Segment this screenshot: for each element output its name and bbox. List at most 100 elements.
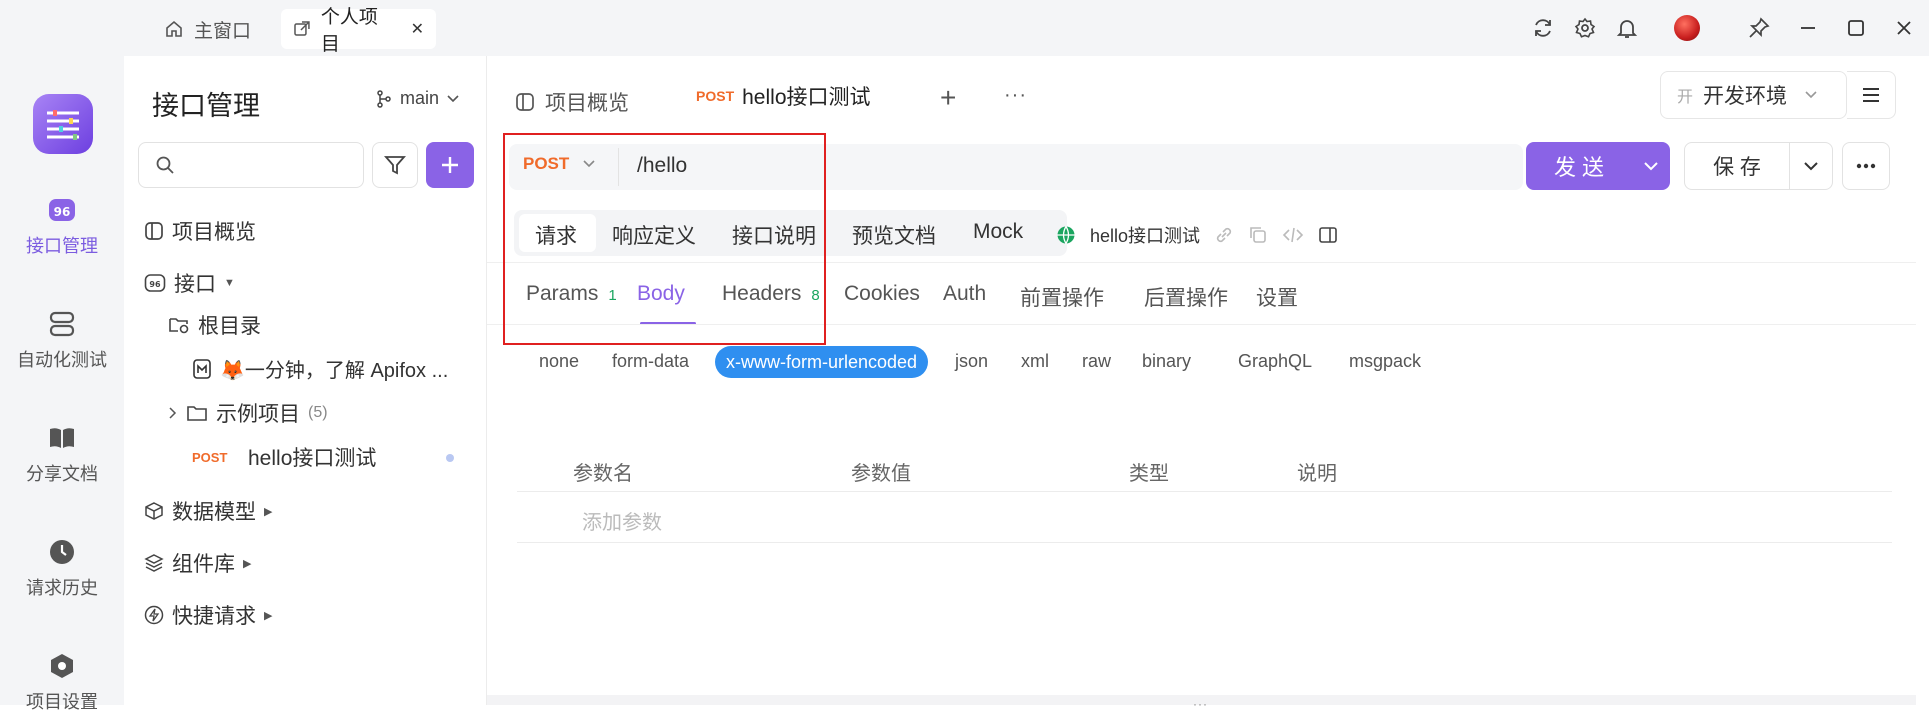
app-logo [33,94,93,154]
body-type-binary[interactable]: binary [1142,351,1191,372]
more-tabs-button[interactable]: ··· [1004,84,1027,107]
column-header-value: 参数值 [851,463,911,485]
tab-overview[interactable]: 项目概览 [515,87,629,117]
tree-item-quick-request[interactable]: 快捷请求 ▶ [144,600,272,630]
book-icon [46,422,78,454]
caret-right-icon[interactable]: ▶ [243,557,251,570]
avatar[interactable] [1673,14,1701,42]
tab-hello-api[interactable]: POST hello接口测试 [680,70,910,122]
method-badge-post: POST [192,449,228,465]
git-branch-icon [377,89,391,108]
chevron-right-icon[interactable] [168,407,178,419]
plus-icon [442,157,458,173]
tree-item-data-model-label: 数据模型 [172,501,256,524]
tree-item-root[interactable]: 根目录 [168,310,261,340]
close-window-icon[interactable] [1890,14,1918,42]
gear-icon[interactable] [1571,14,1599,42]
body-type-none[interactable]: none [539,351,579,372]
body-type-msgpack[interactable]: msgpack [1349,351,1421,372]
sidebar-panel-icon[interactable] [1318,225,1338,245]
highlight-box [503,133,826,345]
save-button[interactable]: 保 存 [1684,142,1790,190]
tree-item-overview-label: 项目概览 [172,221,256,244]
pin-icon[interactable] [1745,14,1773,42]
section-tab-mock[interactable]: Mock [973,220,1023,244]
tree-item-example-folder[interactable]: 示例项目 (5) [168,398,328,428]
rail-item-project-settings[interactable]: 项目设置 [0,650,124,714]
subtab-auth[interactable]: Auth [943,282,986,306]
api-tree-sidebar: 接口管理 main 项目概览 96 接口 ▼ 根目录 🦊一分钟，了解 Apifo… [124,56,487,705]
close-tab-icon[interactable]: ✕ [411,19,424,39]
filter-button[interactable] [372,142,418,188]
rail-item-automation[interactable]: 自动化测试 [0,308,124,372]
home-icon [166,20,182,37]
body-type-json[interactable]: json [955,351,988,372]
layout-icon [516,93,534,111]
copy-icon[interactable] [1248,225,1268,245]
window-tab-project[interactable]: 个人项目 ✕ [281,7,436,55]
subtab-post-ops[interactable]: 后置操作 [1144,282,1228,312]
save-options-button[interactable] [1789,142,1833,190]
maximize-icon[interactable] [1842,14,1870,42]
rail-item-history[interactable]: 请求历史 [0,536,124,600]
hexagon-settings-icon [46,650,78,682]
tree-item-quick-request-label: 快捷请求 [172,605,256,628]
divider [517,542,1892,543]
body-type-raw[interactable]: raw [1082,351,1111,372]
body-type-row: none form-data x-www-form-urlencoded jso… [539,346,1539,386]
tree-item-interfaces[interactable]: 96 接口 ▼ [144,268,235,298]
chevron-down-icon [447,94,459,102]
body-type-graphql[interactable]: GraphQL [1238,351,1312,372]
subtab-pre-ops[interactable]: 前置操作 [1020,282,1104,312]
section-tab-preview[interactable]: 预览文档 [852,220,936,250]
rail-item-api-management[interactable]: 96 接口管理 [0,194,124,258]
search-input[interactable] [138,142,364,188]
external-link-icon [294,21,310,36]
clock-icon [46,536,78,568]
bell-icon[interactable] [1613,14,1641,42]
body-type-urlencoded[interactable]: x-www-form-urlencoded [715,346,929,378]
rail-item-share-docs[interactable]: 分享文档 [0,422,124,486]
body-type-xml[interactable]: xml [1021,351,1049,372]
minimize-icon[interactable] [1794,14,1822,42]
api-icon: 96 [144,274,166,292]
caret-right-icon[interactable]: ▶ [264,609,272,622]
tree-item-post-hello[interactable]: POST hello接口测试 [192,442,376,472]
subtab-cookies[interactable]: Cookies [844,282,920,306]
branch-selector[interactable]: main [376,88,459,109]
link-icon[interactable] [1214,225,1234,245]
window-tab-main[interactable]: 主窗口 [152,9,263,49]
markdown-icon [193,358,211,379]
tree-item-components[interactable]: 组件库 ▶ [144,548,251,578]
add-tab-button[interactable]: + [940,82,956,114]
code-icon[interactable] [1282,225,1304,245]
rail-item-api-management-label: 接口管理 [26,236,98,256]
tree-item-doc[interactable]: 🦊一分钟，了解 Apifox ... [192,354,448,383]
body-type-form-data[interactable]: form-data [612,351,689,372]
filter-icon [384,156,406,175]
rail-item-share-docs-label: 分享文档 [26,464,98,484]
send-button[interactable]: 发 送 [1526,142,1632,190]
add-param-input[interactable]: 添加参数 [582,506,662,535]
chevron-down-icon [1804,161,1818,170]
more-actions-button[interactable] [1842,142,1890,190]
title-bar: 主窗口 个人项目 ✕ [0,0,1929,56]
api-name-row: hello接口测试 [1056,222,1338,248]
column-header-type: 类型 [1129,463,1169,485]
tree-item-data-model[interactable]: 数据模型 ▶ [144,496,272,526]
drag-handle-icon[interactable]: ··· [1193,697,1208,711]
layers-icon [144,554,164,572]
globe-icon [1057,226,1075,245]
env-menu-button[interactable] [1847,71,1896,119]
send-options-button[interactable] [1632,142,1670,190]
caret-down-icon[interactable]: ▼ [224,277,235,289]
caret-right-icon[interactable]: ▶ [264,505,272,518]
subtab-settings[interactable]: 设置 [1256,282,1298,312]
left-rail: 96 接口管理 自动化测试 分享文档 请求历史 项目设置 [0,56,124,712]
add-button[interactable] [426,142,474,188]
layout-icon [145,222,163,240]
environment-selector[interactable]: 开 开发环境 [1660,71,1847,119]
folder-icon [187,406,207,421]
refresh-icon[interactable] [1529,14,1557,42]
tree-item-overview[interactable]: 项目概览 [144,216,256,246]
